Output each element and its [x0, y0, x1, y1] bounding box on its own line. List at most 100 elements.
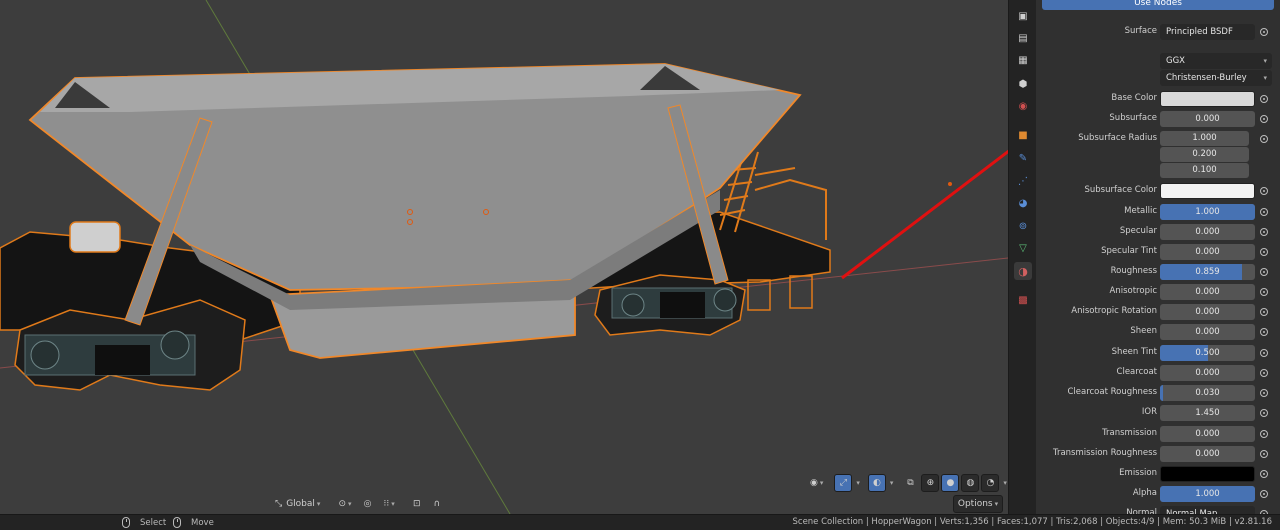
- param-label: Roughness: [1110, 266, 1157, 276]
- value-slider[interactable]: 1.000: [1160, 486, 1255, 502]
- socket-icon[interactable]: [1260, 135, 1268, 143]
- chevron-down-icon[interactable]: ▾: [856, 479, 860, 487]
- vector-component-field[interactable]: 0.200: [1160, 147, 1249, 162]
- value-slider[interactable]: 1.000: [1160, 204, 1255, 220]
- data-tab[interactable]: ▽: [1014, 239, 1032, 257]
- chevron-down-icon[interactable]: ▾: [1003, 479, 1007, 487]
- param-label: IOR: [1141, 407, 1157, 417]
- scene-tab[interactable]: ⬢: [1014, 75, 1032, 93]
- value-slider[interactable]: 0.000: [1160, 426, 1255, 442]
- options-dropdown[interactable]: Options ▾: [953, 495, 1003, 513]
- particles-tab[interactable]: ⋰: [1014, 172, 1032, 190]
- solid-shading-button[interactable]: ●: [941, 474, 960, 492]
- value-slider[interactable]: 0.000: [1160, 284, 1255, 300]
- socket-icon[interactable]: [1260, 187, 1268, 195]
- select-hint: Select: [122, 517, 166, 528]
- subsurface-radius-vector: 1.000 0.200 0.100: [1160, 131, 1249, 179]
- socket-icon[interactable]: [1260, 409, 1268, 417]
- chevron-down-icon[interactable]: ▾: [890, 479, 894, 487]
- mouse-middle-icon: [173, 517, 181, 528]
- socket-icon[interactable]: [1260, 28, 1268, 36]
- render-tab[interactable]: ▣: [1014, 7, 1032, 25]
- param-label: Alpha: [1132, 488, 1157, 498]
- physics-icon: ◕: [1018, 197, 1028, 209]
- modifier-tab[interactable]: ✎: [1014, 149, 1032, 167]
- param-label: Transmission: [1102, 428, 1157, 438]
- rendered-shading-button[interactable]: ◔: [981, 474, 1000, 492]
- material-properties-panel: Use Nodes Surface Principled BSDF GGX ▾ C…: [1036, 0, 1280, 514]
- param-row-transmission-roughness: Transmission Roughness 0.000: [1036, 446, 1280, 462]
- color-swatch[interactable]: [1160, 183, 1255, 199]
- value-slider[interactable]: 0.859: [1160, 264, 1255, 280]
- value-slider[interactable]: 0.000: [1160, 244, 1255, 260]
- wireframe-shading-button[interactable]: ⊕: [921, 474, 940, 492]
- socket-icon[interactable]: [1260, 349, 1268, 357]
- distribution-dropdown[interactable]: GGX ▾: [1160, 53, 1272, 69]
- socket-icon[interactable]: [1260, 208, 1268, 216]
- value-slider[interactable]: 0.000: [1160, 446, 1255, 462]
- physics-tab[interactable]: ◕: [1014, 194, 1032, 212]
- world-tab[interactable]: ◉: [1014, 97, 1032, 115]
- value-slider[interactable]: 0.500: [1160, 345, 1255, 361]
- socket-icon[interactable]: [1260, 115, 1268, 123]
- falloff-dropdown[interactable]: ∩: [428, 495, 446, 513]
- socket-icon[interactable]: [1260, 450, 1268, 458]
- rendered-shading-icon: ◔: [986, 478, 995, 488]
- value-slider[interactable]: 0.000: [1160, 324, 1255, 340]
- vector-component-field[interactable]: 0.100: [1160, 163, 1249, 178]
- transform-orientation-dropdown[interactable]: ⤡ Global ▾: [270, 495, 325, 513]
- param-row-sheen-tint: Sheen Tint 0.500: [1036, 345, 1280, 361]
- value-slider[interactable]: 0.030: [1160, 385, 1255, 401]
- xray-toggle[interactable]: ⧉: [901, 474, 919, 492]
- socket-icon[interactable]: [1260, 369, 1268, 377]
- output-tab[interactable]: ▤: [1014, 29, 1032, 47]
- socket-icon[interactable]: [1260, 248, 1268, 256]
- color-swatch[interactable]: [1160, 466, 1255, 482]
- texture-tab[interactable]: ▩: [1014, 291, 1032, 309]
- chevron-down-icon: ▾: [819, 479, 824, 487]
- value-slider[interactable]: 0.000: [1160, 304, 1255, 320]
- linked-node-field[interactable]: Normal Map: [1160, 506, 1255, 514]
- socket-icon[interactable]: [1260, 430, 1268, 438]
- socket-icon[interactable]: [1260, 95, 1268, 103]
- value-slider[interactable]: 0.000: [1160, 224, 1255, 240]
- status-bar: Select Move Scene Collection | HopperWag…: [0, 514, 1280, 530]
- chevron-down-icon: ▾: [1263, 74, 1267, 82]
- material-shading-button[interactable]: ◍: [961, 474, 980, 492]
- hopper-wagon-scene[interactable]: [0, 0, 1008, 514]
- view-layer-tab[interactable]: ▦: [1014, 51, 1032, 69]
- constraint-icon: ⊚: [1018, 220, 1028, 232]
- value-slider[interactable]: 0.000: [1160, 365, 1255, 381]
- value-slider[interactable]: 0.000: [1160, 111, 1255, 127]
- 3d-viewport[interactable]: ⤡ Global ▾ ⊙ ▾ ◎ ⁝⁝ ▾ ⊡ ∩ ◉ ▾ ⤢ ▾ ◐ ▾ ⧉ ⊕ ●…: [0, 0, 1008, 514]
- snap-toggle[interactable]: ◎: [359, 495, 377, 513]
- socket-icon[interactable]: [1260, 288, 1268, 296]
- socket-icon[interactable]: [1260, 268, 1268, 276]
- move-hint: Move: [173, 517, 214, 528]
- proportional-edit-toggle[interactable]: ⊡: [408, 495, 426, 513]
- subsurface-method-dropdown[interactable]: Christensen-Burley ▾: [1160, 70, 1272, 86]
- param-label: Subsurface: [1109, 113, 1157, 123]
- pivot-dropdown[interactable]: ⊙ ▾: [333, 495, 356, 513]
- visibility-dropdown[interactable]: ◉ ▾: [805, 474, 828, 492]
- socket-icon[interactable]: [1260, 228, 1268, 236]
- socket-icon[interactable]: [1260, 308, 1268, 316]
- param-row-alpha: Alpha 1.000: [1036, 486, 1280, 502]
- socket-icon[interactable]: [1260, 328, 1268, 336]
- socket-icon[interactable]: [1260, 490, 1268, 498]
- vector-component-field[interactable]: 1.000: [1160, 131, 1249, 146]
- gizmo-toggle[interactable]: ⤢: [834, 474, 853, 492]
- color-swatch[interactable]: [1160, 91, 1255, 107]
- param-row-clearcoat-roughness: Clearcoat Roughness 0.030: [1036, 385, 1280, 401]
- surface-shader-selector[interactable]: Principled BSDF: [1160, 24, 1255, 40]
- use-nodes-button[interactable]: Use Nodes: [1042, 0, 1274, 10]
- surface-label: Surface: [1124, 26, 1157, 36]
- constraints-tab[interactable]: ⊚: [1014, 217, 1032, 235]
- overlay-toggle[interactable]: ◐: [867, 474, 886, 492]
- object-tab[interactable]: ■: [1014, 126, 1032, 144]
- material-tab[interactable]: ◑: [1014, 262, 1032, 280]
- value-slider[interactable]: 1.450: [1160, 405, 1255, 421]
- snap-target-dropdown[interactable]: ⁝⁝ ▾: [379, 495, 400, 513]
- socket-icon[interactable]: [1260, 470, 1268, 478]
- socket-icon[interactable]: [1260, 389, 1268, 397]
